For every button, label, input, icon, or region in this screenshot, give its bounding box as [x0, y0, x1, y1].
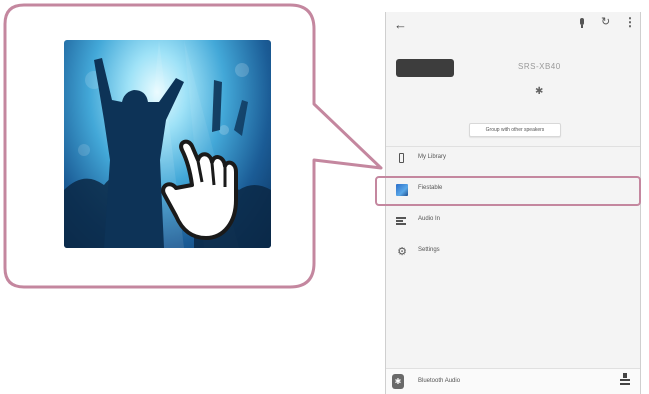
audio-in-icon [396, 215, 408, 227]
menu-item-my-library[interactable]: My Library [386, 147, 640, 171]
menu-item-label: Settings [418, 247, 440, 253]
menu-item-label: My Library [418, 154, 447, 160]
phone-icon [399, 153, 404, 163]
speaker-device-image [396, 59, 454, 77]
group-speakers-button[interactable]: Group with other speakers [469, 123, 561, 137]
microphone-icon[interactable] [579, 18, 585, 28]
menu-item-settings[interactable]: ⚙ Settings [386, 240, 640, 264]
gear-icon: ⚙ [397, 246, 407, 258]
volume-slider-icon[interactable] [620, 373, 630, 389]
device-name: SRS-XB40 [518, 62, 561, 71]
menu-item-label: Audio In [418, 216, 441, 222]
bluetooth-icon: ✱ [535, 86, 544, 97]
bottom-player-bar[interactable]: ✱ Bluetooth Audio [386, 368, 640, 394]
fiestable-highlight [375, 176, 641, 206]
menu-item-audio-in[interactable]: Audio In [386, 209, 640, 233]
more-options-icon[interactable]: ⋮ [624, 15, 636, 29]
fiestable-app-artwork [64, 40, 271, 248]
tap-hand-icon [161, 139, 238, 240]
bottom-bar-label: Bluetooth Audio [418, 378, 461, 384]
refresh-icon[interactable]: ↻ [601, 15, 610, 28]
top-app-bar: ← ↻ ⋮ [386, 12, 640, 40]
bluetooth-icon: ✱ [392, 374, 404, 389]
back-arrow-icon[interactable]: ← [394, 17, 407, 32]
